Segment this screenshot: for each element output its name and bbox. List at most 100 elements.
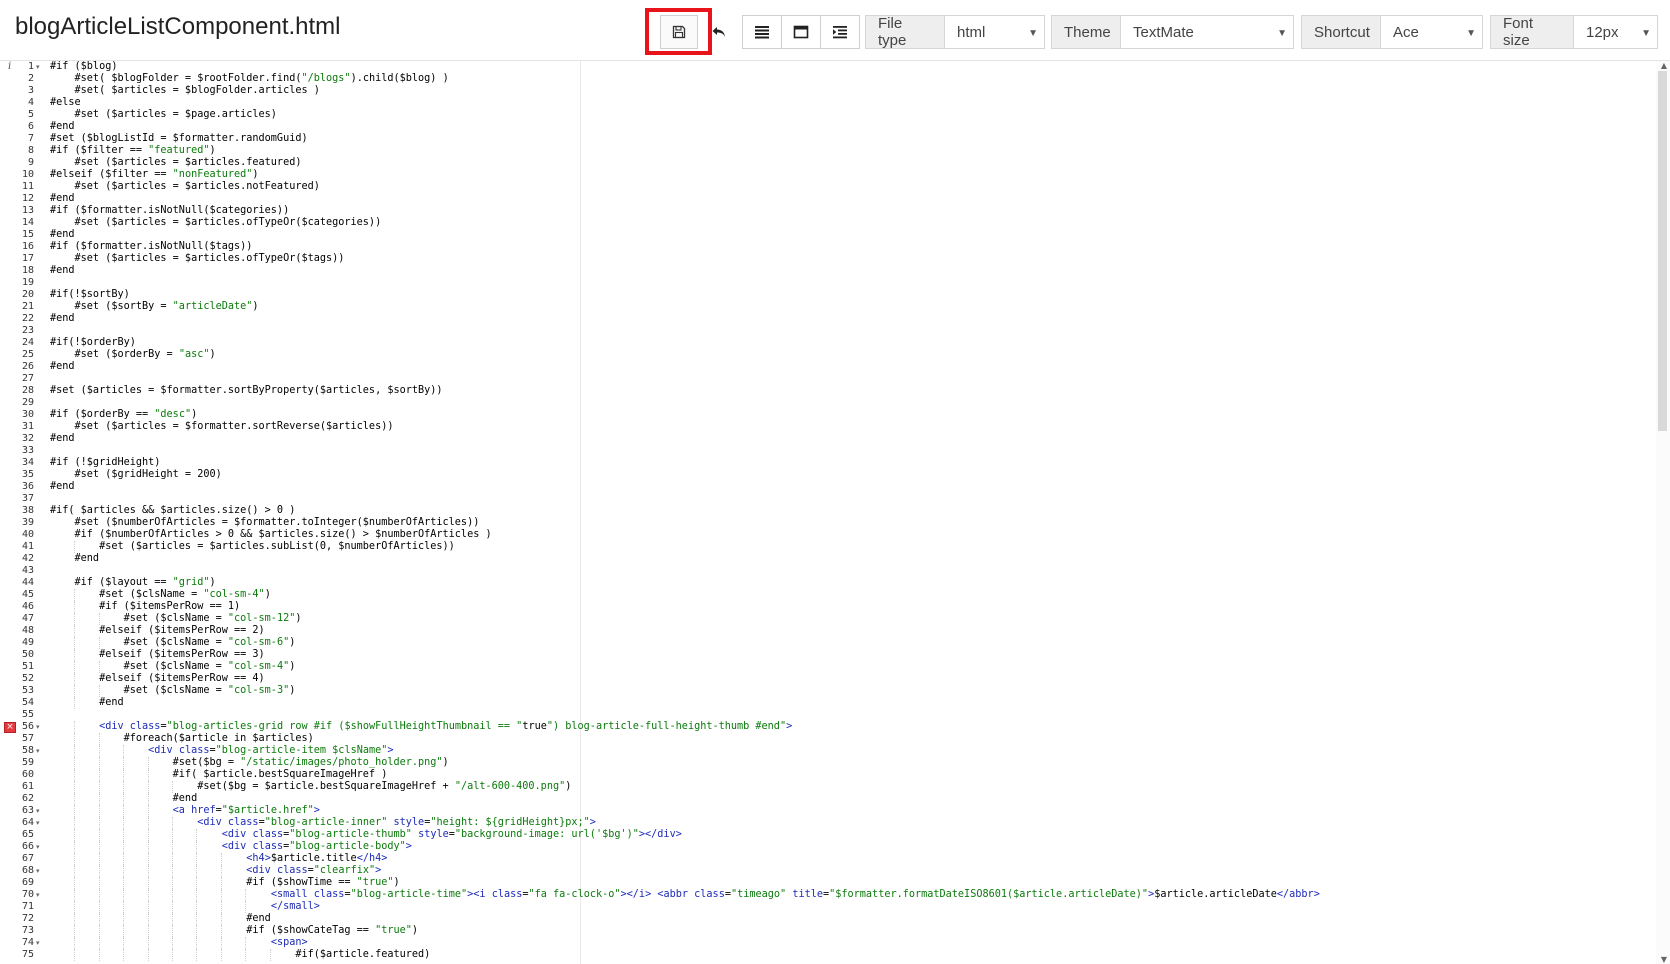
code-line[interactable]: #if ($itemsPerRow == 1) xyxy=(50,601,240,613)
code-line[interactable]: #elseif ($filter == "nonFeatured") xyxy=(50,169,259,181)
line-number-gutter[interactable]: 1 ▾ i 2 3 4 5 6 7 8 9 10 11 12 13 14 15 16 17 18 19 20 21 22 23 2… xyxy=(0,61,46,964)
code-line[interactable]: #end xyxy=(50,361,75,373)
fold-toggle-icon[interactable]: ▾ xyxy=(36,747,40,755)
code-line[interactable]: #if ($formatter.isNotNull($tags)) xyxy=(50,241,252,253)
code-line[interactable]: <div class="blog-article-body"> xyxy=(50,841,412,853)
code-line[interactable]: <span> xyxy=(50,937,308,949)
code-line[interactable]: #elseif ($itemsPerRow == 3) xyxy=(50,649,265,661)
line-number: 31 xyxy=(21,421,34,432)
undo-button[interactable] xyxy=(702,15,736,49)
code-line[interactable]: #set ($orderBy = "asc") xyxy=(50,349,216,361)
indent-guide xyxy=(220,889,222,901)
code-line[interactable]: #set ($articles = $articles.ofTypeOr($ta… xyxy=(50,253,345,265)
fold-toggle-icon[interactable]: ▾ xyxy=(36,891,40,899)
code-line[interactable]: #set ($articles = $articles.subList(0, $… xyxy=(50,541,455,553)
code-line[interactable]: #end xyxy=(50,193,75,205)
scroll-down-icon[interactable]: ▼ xyxy=(1661,955,1667,964)
code-line[interactable]: #set ($numberOfArticles = $formatter.toI… xyxy=(50,517,480,529)
code-line[interactable]: #if( $articles && $articles.size() > 0 ) xyxy=(50,505,295,517)
indent-guide xyxy=(98,637,100,649)
code-line[interactable]: #if ($layout == "grid") xyxy=(50,577,216,589)
scrollbar-thumb[interactable] xyxy=(1658,71,1667,431)
code-line[interactable]: <small class="blog-article-time"><i clas… xyxy=(50,889,1320,901)
scroll-up-icon[interactable]: ▲ xyxy=(1661,61,1667,70)
vertical-scrollbar[interactable]: ▲ ▼ xyxy=(1656,61,1670,964)
code-line[interactable]: #set ($clsName = "col-sm-12") xyxy=(50,613,302,625)
fold-toggle-icon[interactable]: ▾ xyxy=(36,867,40,875)
code-line[interactable]: #set ($sortBy = "articleDate") xyxy=(50,301,259,313)
code-line[interactable]: <div class="blog-articles-grid row #if (… xyxy=(50,721,792,733)
fold-toggle-icon[interactable]: ▾ xyxy=(36,843,40,851)
font-size-select[interactable]: 12px ▼ xyxy=(1574,15,1658,49)
error-icon[interactable]: × xyxy=(4,722,16,733)
code-line[interactable]: <div class="blog-article-thumb" style="b… xyxy=(50,829,682,841)
code-line[interactable]: #set($bg = $article.bestSquareImageHref … xyxy=(50,781,571,793)
code-line[interactable]: #end xyxy=(50,553,100,565)
code-line[interactable]: <h4>$article.title</h4> xyxy=(50,853,387,865)
indent-guide xyxy=(196,937,198,949)
line-number: 37 xyxy=(21,493,34,504)
code-line[interactable]: #if(!$orderBy) xyxy=(50,337,136,349)
code-line[interactable]: #if ($showCateTag == "true") xyxy=(50,925,418,937)
code-line[interactable]: #set ($blogListId = $formatter.randomGui… xyxy=(50,133,308,145)
fold-toggle-icon[interactable]: ▾ xyxy=(36,723,40,731)
code-line[interactable]: #foreach($article in $articles) xyxy=(50,733,314,745)
code-line[interactable]: #set( $blogFolder = $rootFolder.find("/b… xyxy=(50,73,449,85)
code-line[interactable]: #set ($clsName = "col-sm-4") xyxy=(50,661,296,673)
code-line[interactable]: #set ($gridHeight = 200) xyxy=(50,469,222,481)
code-line[interactable]: #set ($clsName = "col-sm-4") xyxy=(50,589,271,601)
code-line[interactable]: #set ($clsName = "col-sm-6") xyxy=(50,637,296,649)
code-line[interactable]: #set ($articles = $articles.ofTypeOr($ca… xyxy=(50,217,382,229)
code-line[interactable]: #if ($orderBy == "desc") xyxy=(50,409,197,421)
code-line[interactable]: #end xyxy=(50,481,75,493)
fold-toggle-icon[interactable]: ▾ xyxy=(36,63,40,71)
code-line[interactable]: <a href="$article.href"> xyxy=(50,805,320,817)
indent-button[interactable] xyxy=(820,15,860,49)
code-line[interactable]: #end xyxy=(50,265,75,277)
code-line[interactable]: #set ($articles = $page.articles) xyxy=(50,109,277,121)
code-line[interactable]: #if ($showTime == "true") xyxy=(50,877,399,889)
code-line[interactable]: #if( $article.bestSquareImageHref ) xyxy=(50,769,388,781)
line-number: 27 xyxy=(21,373,34,384)
code-line[interactable]: #elseif ($itemsPerRow == 2) xyxy=(50,625,265,637)
code-line[interactable]: #set ($articles = $formatter.sortByPrope… xyxy=(50,385,443,397)
code-line[interactable]: #elseif ($itemsPerRow == 4) xyxy=(50,673,265,685)
code-editor[interactable]: 1 ▾ i 2 3 4 5 6 7 8 9 10 11 12 13 14 15 16 17 18 19 20 21 22 23 2… xyxy=(0,61,1670,964)
code-line[interactable]: #end xyxy=(50,913,271,925)
fold-toggle-icon[interactable]: ▾ xyxy=(36,939,40,947)
line-number: 42 xyxy=(21,553,34,564)
code-line[interactable]: #set( $articles = $blogFolder.articles ) xyxy=(50,85,320,97)
file-type-select[interactable]: html ▼ xyxy=(945,15,1045,49)
code-line[interactable]: #if (!$gridHeight) xyxy=(50,457,160,469)
code-line[interactable]: <div class="blog-article-item $clsName"> xyxy=(50,745,393,757)
fold-toggle-icon[interactable]: ▾ xyxy=(36,807,40,815)
word-wrap-button[interactable] xyxy=(742,15,782,49)
code-line[interactable]: #if($article.featured) xyxy=(50,949,430,961)
code-line[interactable]: #end xyxy=(50,433,75,445)
code-line[interactable]: #end xyxy=(50,229,75,241)
code-line[interactable]: #set ($articles = $articles.notFeatured) xyxy=(50,181,320,193)
code-line[interactable]: #end xyxy=(50,121,75,133)
code-line[interactable]: #set($bg = "/static/images/photo_holder.… xyxy=(50,757,449,769)
code-line[interactable]: #if ($filter == "featured") xyxy=(50,145,216,157)
code-line[interactable]: #if ($formatter.isNotNull($categories)) xyxy=(50,205,289,217)
line-number: 9 xyxy=(27,157,34,168)
code-line[interactable]: #end xyxy=(50,313,75,325)
code-line[interactable]: #set ($articles = $articles.featured) xyxy=(50,157,302,169)
fullscreen-button[interactable] xyxy=(781,15,821,49)
code-line[interactable]: <div class="blog-article-inner" style="h… xyxy=(50,817,596,829)
code-line[interactable]: #end xyxy=(50,697,124,709)
theme-select[interactable]: TextMate ▼ xyxy=(1121,15,1294,49)
fold-toggle-icon[interactable]: ▾ xyxy=(36,819,40,827)
code-line[interactable]: #set ($clsName = "col-sm-3") xyxy=(50,685,296,697)
code-line[interactable]: </small> xyxy=(50,901,320,913)
shortcut-select[interactable]: Ace ▼ xyxy=(1381,15,1483,49)
info-icon[interactable]: i xyxy=(8,61,11,72)
code-content[interactable]: #if ($blog) #set( $blogFolder = $rootFol… xyxy=(50,61,1650,964)
code-line[interactable]: #else xyxy=(50,97,81,109)
code-line[interactable]: #if ($numberOfArticles > 0 && $articles.… xyxy=(50,529,492,541)
code-line[interactable]: #if ($blog) xyxy=(50,61,117,73)
code-line[interactable]: #if(!$sortBy) xyxy=(50,289,130,301)
line-number: 49 xyxy=(21,637,34,648)
code-line[interactable]: #set ($articles = $formatter.sortReverse… xyxy=(50,421,394,433)
